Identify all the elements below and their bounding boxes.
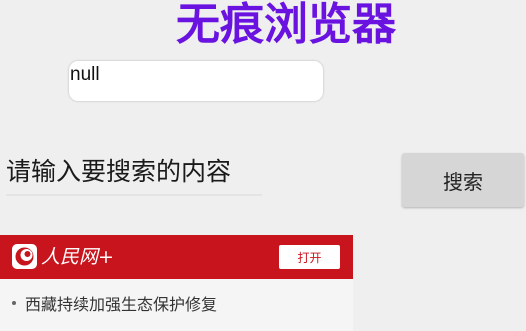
bullet-icon xyxy=(12,301,16,305)
site-header-bar: 人民网+ 打开 xyxy=(0,235,353,279)
search-input[interactable]: 请输入要搜索的内容 xyxy=(6,150,262,196)
webview[interactable]: 人民网+ 打开 西藏持续加强生态保护修复 xyxy=(0,235,353,331)
url-field-value: null xyxy=(70,64,100,85)
search-button[interactable]: 搜索 xyxy=(402,153,524,207)
url-field[interactable]: null xyxy=(69,61,323,101)
site-brand: 人民网+ xyxy=(41,246,114,268)
open-app-button[interactable]: 打开 xyxy=(279,245,340,269)
list-item[interactable]: 西藏持续加强生态保护修复 xyxy=(12,291,217,315)
people-daily-logo-icon xyxy=(12,244,37,269)
news-title: 西藏持续加强生态保护修复 xyxy=(25,295,218,314)
search-placeholder: 请输入要搜索的内容 xyxy=(6,157,232,186)
app-title: 无痕浏览器 xyxy=(176,0,396,50)
